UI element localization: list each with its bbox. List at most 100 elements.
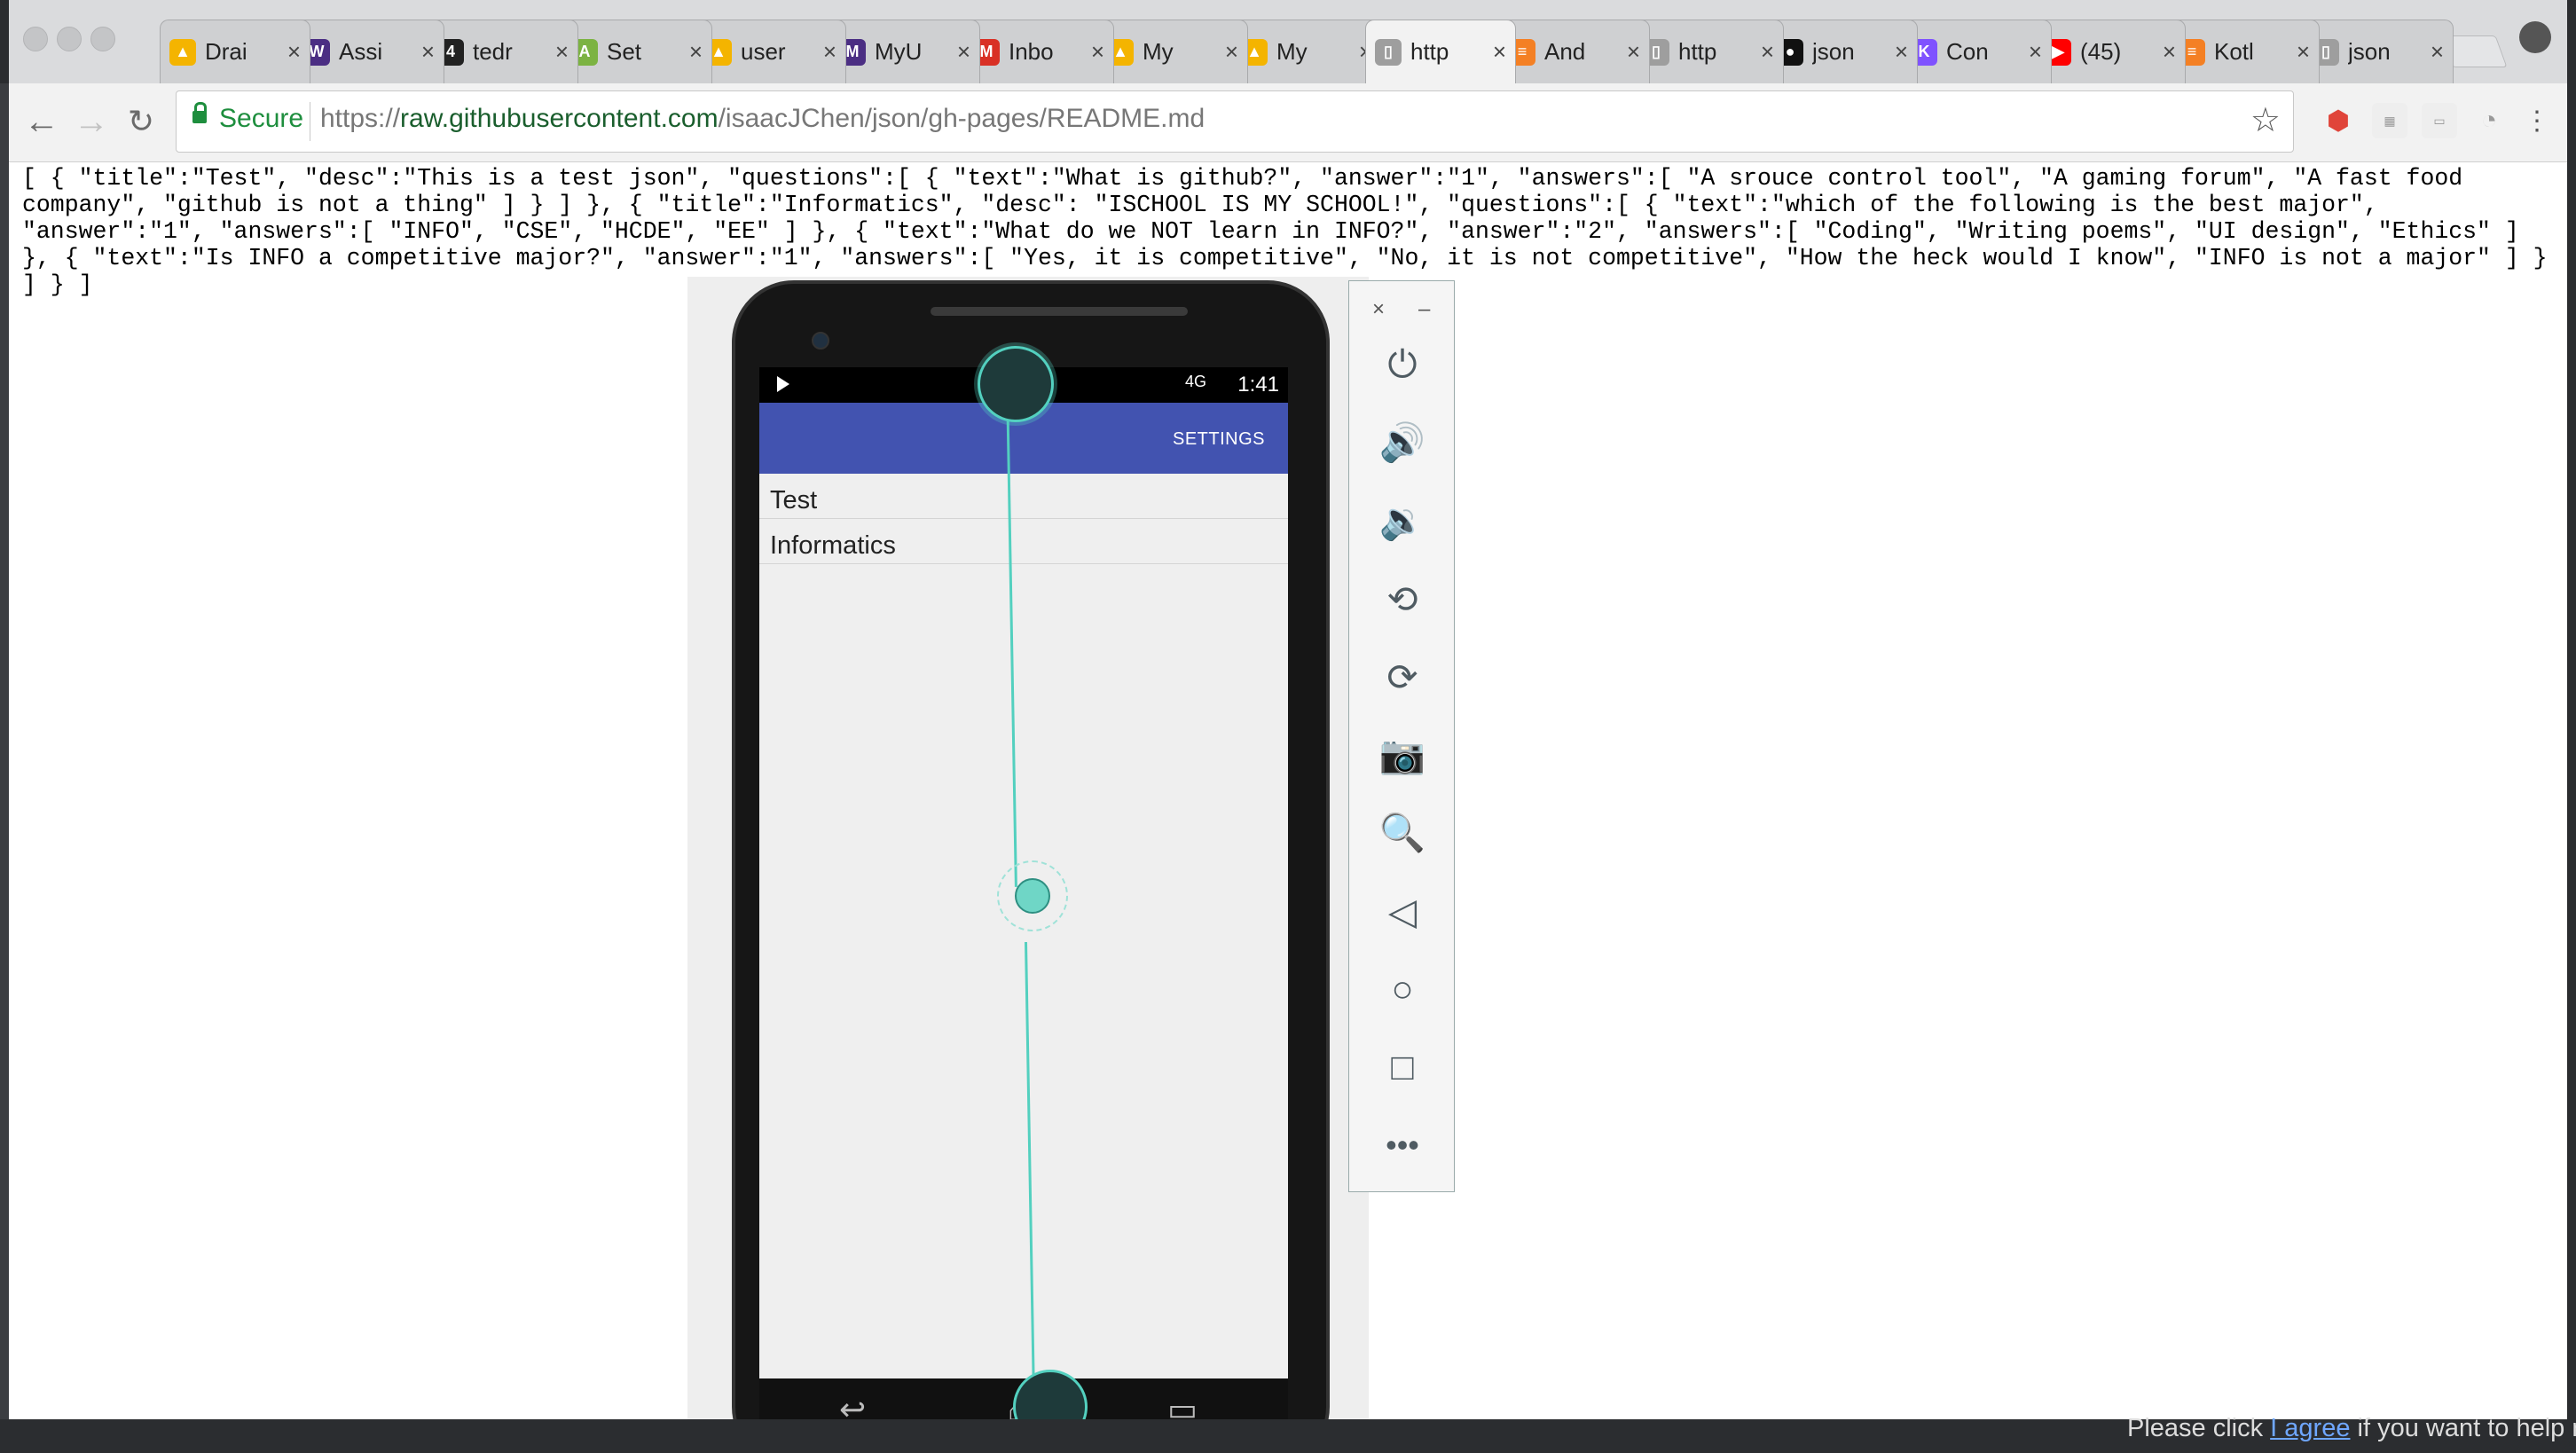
browser-tab[interactable]: W Assi × — [294, 20, 444, 83]
settings-button[interactable]: SETTINGS — [1173, 429, 1265, 450]
tab-close-icon[interactable]: × — [2297, 38, 2310, 66]
browser-toolbar: ← → ↻ Secure https://raw.githubuserconte… — [9, 83, 2567, 162]
more-icon[interactable]: ••• — [1376, 1119, 1429, 1172]
browser-tab[interactable]: ▯ http × — [1633, 20, 1784, 83]
tab-close-icon[interactable]: × — [957, 38, 970, 66]
touch-start-indicator — [978, 346, 1054, 422]
tab-close-icon[interactable]: × — [823, 38, 836, 66]
url-scheme: https:// — [320, 104, 401, 133]
tab-close-icon[interactable]: × — [2431, 38, 2444, 66]
google-drive-icon: ▲ — [169, 38, 196, 66]
tab-title: json — [1812, 38, 1855, 65]
back-arrow-icon[interactable]: ← — [20, 99, 64, 144]
i-agree-link[interactable]: I agree — [2270, 1414, 2350, 1442]
nav-recents-icon[interactable]: ▭ — [1167, 1391, 1198, 1419]
tab-close-icon[interactable]: × — [421, 38, 435, 66]
volume-down-icon[interactable]: 🔉 — [1376, 494, 1429, 547]
page-icon: ▯ — [1375, 38, 1402, 66]
browser-window: ▲ Drai × W Assi × 4 tedr × A Set × ▲ user × M MyU × M Inbo ×… — [9, 0, 2567, 1419]
browser-tab[interactable]: M MyU × — [829, 20, 980, 83]
tab-title: Drai — [205, 38, 247, 65]
tab-title: Kotl — [2214, 38, 2254, 65]
extension-timer-icon[interactable]: ◔ — [2471, 103, 2507, 138]
browser-tab[interactable]: ▲ Drai × — [160, 20, 310, 83]
tab-close-icon[interactable]: × — [2163, 38, 2176, 66]
tab-title: Set — [607, 38, 642, 65]
browser-tab[interactable]: ▯ http × — [1365, 20, 1516, 83]
home-icon[interactable]: ○ — [1376, 962, 1429, 1016]
rotate-left-icon[interactable]: ⟲ — [1376, 572, 1429, 625]
overview-icon[interactable]: □ — [1376, 1041, 1429, 1094]
back-icon[interactable]: ◁ — [1376, 884, 1429, 938]
tab-title: http — [1678, 38, 1717, 65]
nav-back-icon[interactable]: ↩ — [839, 1391, 866, 1419]
emulator-control-panel: × – ⏻ 🔊 🔉 ⟲ ⟳ 📷 🔍 ◁ ○ □ ••• — [1348, 280, 1455, 1192]
power-icon[interactable]: ⏻ — [1376, 338, 1429, 391]
tab-close-icon[interactable]: × — [287, 38, 301, 66]
close-window-button[interactable] — [23, 27, 48, 51]
extension-crx-icon[interactable]: ▭ — [2422, 103, 2457, 138]
zoom-window-button[interactable] — [90, 27, 115, 51]
browser-tab[interactable]: ▶ (45) × — [2035, 20, 2186, 83]
tab-close-icon[interactable]: × — [1225, 38, 1238, 66]
signal-battery-icon: 4G — [1185, 373, 1207, 390]
browser-tab[interactable]: 4 tedr × — [428, 20, 578, 83]
tab-close-icon[interactable]: × — [555, 38, 569, 66]
panel-minimize-icon[interactable]: – — [1418, 297, 1430, 322]
tab-close-icon[interactable]: × — [1761, 38, 1774, 66]
tab-title: Assi — [339, 38, 383, 65]
browser-menu-icon[interactable]: ⋮ — [2519, 103, 2555, 138]
extension-grid-icon[interactable]: ▦ — [2372, 103, 2407, 138]
consent-notice: Please click I agree if you want to help… — [2127, 1414, 2576, 1443]
extension-shield-icon[interactable]: ⬢ — [2321, 103, 2356, 138]
zoom-icon[interactable]: 🔍 — [1376, 806, 1429, 860]
browser-tab[interactable]: ▲ user × — [695, 20, 846, 83]
browser-tab[interactable]: ▲My× — [1097, 20, 1248, 83]
tab-title: Con — [1946, 38, 1989, 65]
volume-up-icon[interactable]: 🔊 — [1376, 416, 1429, 469]
lock-icon — [192, 102, 207, 123]
status-time: 1:41 — [1237, 373, 1279, 397]
tab-title: http — [1410, 38, 1449, 65]
tab-title: tedr — [473, 38, 513, 65]
browser-tab[interactable]: ≡ Kotl × — [2169, 20, 2320, 83]
list-item-test[interactable]: Test — [759, 474, 1288, 519]
browser-tab[interactable]: K Con × — [1901, 20, 2052, 83]
tab-close-icon[interactable]: × — [689, 38, 703, 66]
phone-camera-icon — [812, 332, 829, 350]
tab-title: My — [1143, 38, 1174, 65]
touch-point-indicator — [1015, 878, 1050, 914]
url-path: /isaacJChen/json/gh-pages/README.md — [718, 104, 1206, 133]
forward-arrow-icon[interactable]: → — [69, 99, 114, 144]
rotate-right-icon[interactable]: ⟳ — [1376, 650, 1429, 703]
tab-strip: ▲ Drai × W Assi × 4 tedr × A Set × ▲ user × M MyU × M Inbo ×… — [9, 0, 2567, 83]
url-host: raw.githubusercontent.com — [400, 104, 719, 133]
minimize-window-button[interactable] — [57, 27, 82, 51]
tab-title: (45) — [2080, 38, 2122, 65]
browser-tab[interactable]: ▲My× — [1231, 20, 1382, 83]
media-play-icon — [777, 376, 789, 392]
browser-tab[interactable]: ▯ json × — [2303, 20, 2454, 83]
browser-tab[interactable]: M Inbo × — [963, 20, 1114, 83]
tab-title: Inbo — [1009, 38, 1054, 65]
notice-prefix: Please click — [2127, 1414, 2271, 1442]
browser-tab[interactable]: ● json × — [1767, 20, 1918, 83]
secure-label: Secure — [219, 104, 304, 133]
tab-close-icon[interactable]: × — [1091, 38, 1104, 66]
tab-close-icon[interactable]: × — [2029, 38, 2042, 66]
tab-close-icon[interactable]: × — [1627, 38, 1640, 66]
tab-close-icon[interactable]: × — [1895, 38, 1908, 66]
profile-avatar-icon[interactable] — [2519, 21, 2551, 53]
tab-close-icon[interactable]: × — [1493, 38, 1506, 66]
tab-title: My — [1276, 38, 1308, 65]
panel-close-icon[interactable]: × — [1372, 297, 1385, 322]
browser-tab[interactable]: A Set × — [562, 20, 712, 83]
list-item-informatics[interactable]: Informatics — [759, 519, 1288, 564]
camera-icon[interactable]: 📷 — [1376, 728, 1429, 781]
reload-icon[interactable]: ↻ — [119, 99, 163, 144]
browser-tab[interactable]: ≡ And × — [1499, 20, 1650, 83]
bookmark-star-icon[interactable]: ☆ — [2250, 100, 2281, 140]
address-bar[interactable]: Secure https://raw.githubusercontent.com… — [176, 90, 2294, 153]
tab-title: json — [2348, 38, 2391, 65]
notice-suffix: if you want to help m — [2350, 1414, 2576, 1442]
